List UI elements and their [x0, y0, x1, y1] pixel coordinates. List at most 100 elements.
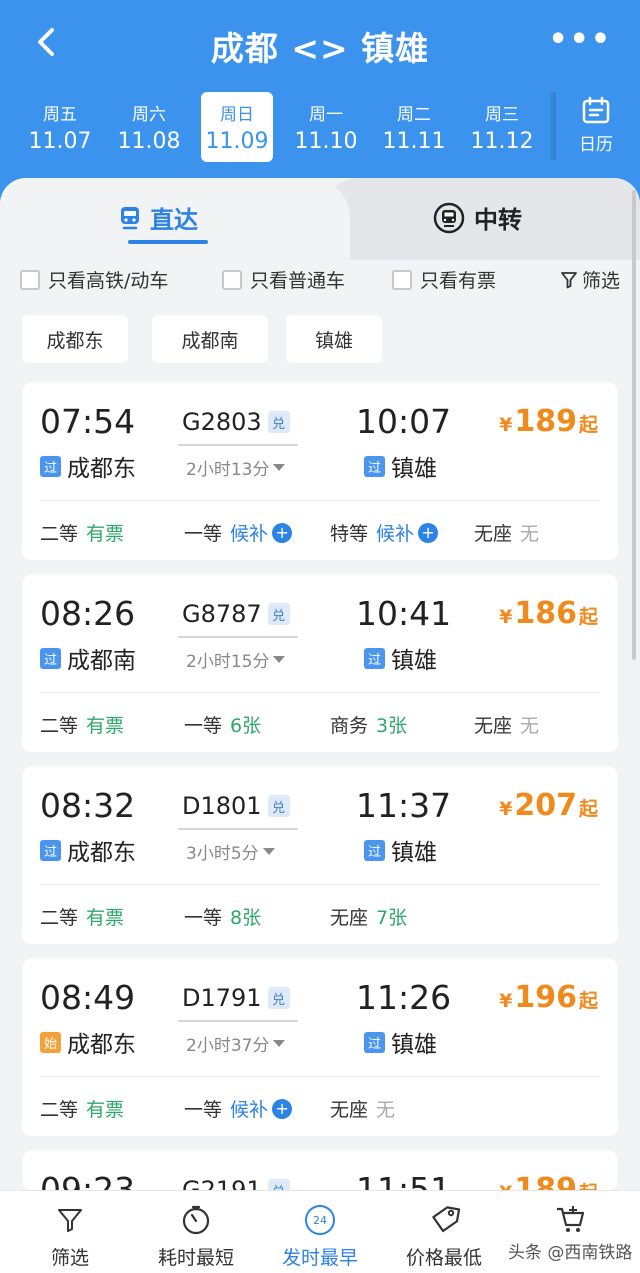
date-tab[interactable]: 周一 11.10 — [290, 92, 362, 162]
date-tab-selected[interactable]: 周日 11.09 — [201, 92, 273, 162]
seat-class: 无座 7张 — [330, 907, 408, 929]
arrival-time: 10:07 — [356, 402, 452, 441]
cart-button[interactable] — [506, 1203, 634, 1243]
clock-24-icon: 24 — [305, 1205, 335, 1235]
filter-high-speed[interactable]: 只看高铁/动车 — [20, 266, 168, 293]
exchange-badge: 兑 — [267, 987, 290, 1009]
station-chip[interactable]: 成都东 — [22, 315, 128, 363]
pass-badge: 过 — [40, 839, 61, 861]
arrival-time: 11:26 — [356, 978, 452, 1017]
pass-badge: 过 — [40, 455, 61, 477]
train-card-partial[interactable]: 09:23 G2191兑 11:51 ¥189起 — [22, 1150, 618, 1190]
arrival-time: 11:51 — [356, 1170, 452, 1190]
exchange-badge: 兑 — [267, 1179, 290, 1190]
duration[interactable]: 3小时5分 — [186, 839, 275, 864]
seat-class: 无座无 — [474, 715, 540, 737]
route-line — [178, 1020, 298, 1022]
date-tab[interactable]: 周六 11.08 — [113, 92, 185, 162]
divider — [40, 500, 600, 501]
train-card[interactable]: 08:49 D1791 兑 2小时37分 11:26 ¥196 起 始成都东 过镇雄… — [22, 958, 618, 1136]
screen-filter-button[interactable]: 筛选 — [560, 266, 620, 293]
calendar-button[interactable]: 日历 — [566, 96, 626, 155]
seat-class[interactable]: 一等 候补 + — [184, 519, 293, 546]
train-card[interactable]: 07:54 G2803 兑 2小时13分 10:07 ¥189 起 过成都东 过镇雄… — [22, 382, 618, 560]
more-menu-button[interactable]: ••• — [548, 25, 612, 55]
price: ¥207 起 — [499, 788, 598, 823]
scrollbar[interactable] — [632, 190, 636, 660]
cart-icon — [557, 1206, 585, 1232]
filter-row: 只看高铁/动车 只看普通车 只看有票 筛选 — [20, 266, 620, 298]
arrival-station: 过镇雄 — [364, 833, 437, 867]
checkbox[interactable] — [392, 269, 412, 290]
date-tab[interactable]: 周五 11.07 — [24, 92, 96, 162]
pass-badge: 过 — [364, 647, 385, 669]
arrival-station: 过镇雄 — [364, 641, 437, 675]
train-number: G8787 兑 — [182, 600, 290, 628]
caret-down-icon — [273, 464, 286, 471]
tab-transfer[interactable]: 中转 — [432, 200, 522, 235]
price: ¥189起 — [499, 404, 598, 439]
duration[interactable]: 2小时13分 — [186, 455, 286, 480]
funnel-icon — [58, 1209, 82, 1232]
seat-class: 二等 有票 — [40, 523, 125, 545]
seat-class: 商务 3张 — [330, 715, 408, 737]
sort-lowest-price-button[interactable]: 价格最低 — [380, 1203, 508, 1270]
seat-class[interactable]: 一等 候补 + — [184, 1095, 293, 1122]
route-line — [178, 444, 298, 446]
departure-time: 08:49 — [40, 978, 136, 1017]
transfer-train-icon — [433, 202, 465, 233]
seat-class: 二等 有票 — [40, 1099, 125, 1121]
route-type-tabs: 直达 中转 — [0, 178, 640, 260]
pass-badge: 过 — [364, 455, 385, 477]
sort-shortest-duration-button[interactable]: 耗时最短 — [132, 1203, 260, 1270]
station-chip[interactable]: 成都南 — [152, 315, 268, 363]
filter-regular[interactable]: 只看普通车 — [222, 266, 345, 293]
seat-class: 一等 8张 — [184, 907, 262, 929]
sort-filter-button[interactable]: 筛选 — [6, 1203, 134, 1270]
train-card[interactable]: 08:32 D1801 兑 3小时5分 11:37 ¥207 起 过成都东 过镇雄 … — [22, 766, 618, 944]
funnel-icon — [561, 271, 577, 288]
arrival-station: 过镇雄 — [364, 1025, 437, 1059]
departure-station: 始成都东 — [40, 1025, 136, 1059]
route-line — [178, 636, 298, 638]
origin-badge: 始 — [40, 1031, 61, 1053]
tab-direct-label: 直达 — [150, 206, 198, 234]
seat-class[interactable]: 特等 候补 + — [330, 519, 439, 546]
seat-class: 二等 有票 — [40, 715, 125, 737]
checkbox[interactable] — [222, 269, 242, 290]
caret-down-icon — [273, 1040, 286, 1047]
arrival-time: 10:41 — [356, 594, 452, 633]
tab-direct[interactable]: 直达 — [118, 200, 198, 235]
date-scroll-shadow — [548, 92, 556, 160]
page-title: 成都 <> 镇雄 — [210, 29, 430, 68]
caret-down-icon — [273, 656, 286, 663]
seat-class: 二等 有票 — [40, 907, 125, 929]
filter-available[interactable]: 只看有票 — [392, 266, 496, 293]
price: ¥186 起 — [499, 596, 598, 631]
price: ¥196 起 — [499, 980, 598, 1015]
station-chip[interactable]: 镇雄 — [286, 315, 382, 363]
divider — [40, 692, 600, 693]
add-waitlist-icon[interactable]: + — [272, 1098, 293, 1119]
pass-badge: 过 — [40, 647, 61, 669]
calendar-icon — [582, 96, 610, 124]
add-waitlist-icon[interactable]: + — [418, 522, 439, 543]
duration[interactable]: 2小时37分 — [186, 1031, 286, 1056]
pass-badge: 过 — [364, 839, 385, 861]
checkbox[interactable] — [20, 269, 40, 290]
seat-class: 无座无 — [330, 1099, 396, 1121]
price: ¥189起 — [499, 1172, 598, 1190]
train-card[interactable]: 08:26 G8787 兑 2小时15分 10:41 ¥186 起 过成都南 过镇雄… — [22, 574, 618, 752]
divider — [40, 1076, 600, 1077]
date-tab[interactable]: 周二 11.11 — [378, 92, 450, 162]
sort-earliest-departure-button[interactable]: 24 发时最早 — [256, 1203, 384, 1270]
date-selector: 周五 11.07 周六 11.08 周日 11.09 周一 11.10 周二 11.11 … — [14, 92, 614, 164]
departure-station: 过成都东 — [40, 449, 136, 483]
duration[interactable]: 2小时15分 — [186, 647, 286, 672]
arrival-station: 过镇雄 — [364, 449, 437, 483]
exchange-badge: 兑 — [267, 603, 290, 625]
exchange-badge: 兑 — [267, 795, 290, 817]
exchange-badge: 兑 — [267, 411, 290, 433]
date-tab[interactable]: 周三 11.12 — [466, 92, 538, 162]
add-waitlist-icon[interactable]: + — [272, 522, 293, 543]
